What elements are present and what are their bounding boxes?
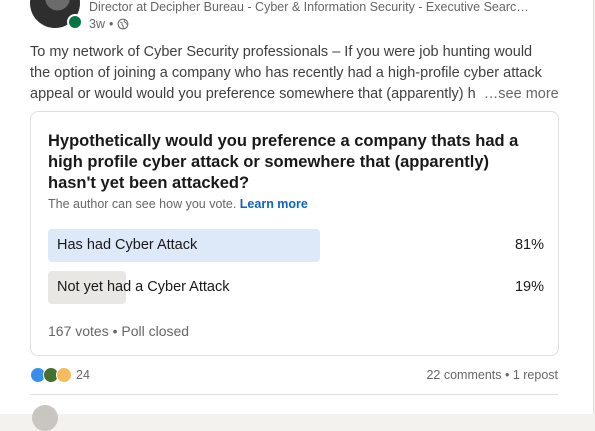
- globe-icon: [117, 18, 129, 30]
- comments-reposts-count[interactable]: 22 comments • 1 repost: [426, 368, 558, 382]
- poll-option-label: Not yet had a Cyber Attack: [57, 279, 230, 295]
- see-more-link[interactable]: …see more: [484, 86, 559, 102]
- poll-card: Hypothetically would you preference a co…: [30, 111, 559, 356]
- reaction-count: 24: [76, 368, 90, 382]
- learn-more-link[interactable]: Learn more: [240, 197, 308, 211]
- poll-option-label: Has had Cyber Attack: [57, 237, 198, 253]
- poll-option-percent: 81%: [514, 237, 544, 253]
- poll-option-has-had-attack[interactable]: Has had Cyber Attack 81%: [48, 229, 544, 262]
- meta-separator: •: [108, 17, 114, 31]
- post-text-fragment: appeal or would would you preference som…: [30, 86, 476, 102]
- poll-note: The author can see how you vote. Learn m…: [48, 197, 308, 211]
- poll-footer: 167 votes • Poll closed: [48, 323, 190, 339]
- insightful-icon: [56, 367, 72, 383]
- author-headline: Director at Decipher Bureau - Cyber & In…: [89, 0, 529, 14]
- online-status-icon: [67, 14, 83, 30]
- post-time: 3w: [89, 17, 105, 31]
- poll-note-text: The author can see how you vote.: [48, 197, 237, 211]
- post-text-line: appeal or would would you preference som…: [30, 84, 565, 105]
- viewer-avatar: [32, 405, 58, 431]
- post-text: To my network of Cyber Security professi…: [30, 42, 565, 105]
- poll-question: Hypothetically would you preference a co…: [48, 132, 519, 192]
- post-text-line: the option of joining a company who has …: [30, 65, 542, 81]
- post-meta: 3w •: [89, 17, 129, 31]
- divider: [30, 394, 558, 395]
- reactions-summary[interactable]: 24: [30, 367, 90, 383]
- post-text-line: To my network of Cyber Security professi…: [30, 44, 533, 60]
- poll-option-percent: 19%: [514, 279, 544, 295]
- poll-option-not-yet-attacked[interactable]: Not yet had a Cyber Attack 19%: [48, 271, 544, 304]
- feed-post-card: Director at Decipher Bureau - Cyber & In…: [0, 0, 594, 431]
